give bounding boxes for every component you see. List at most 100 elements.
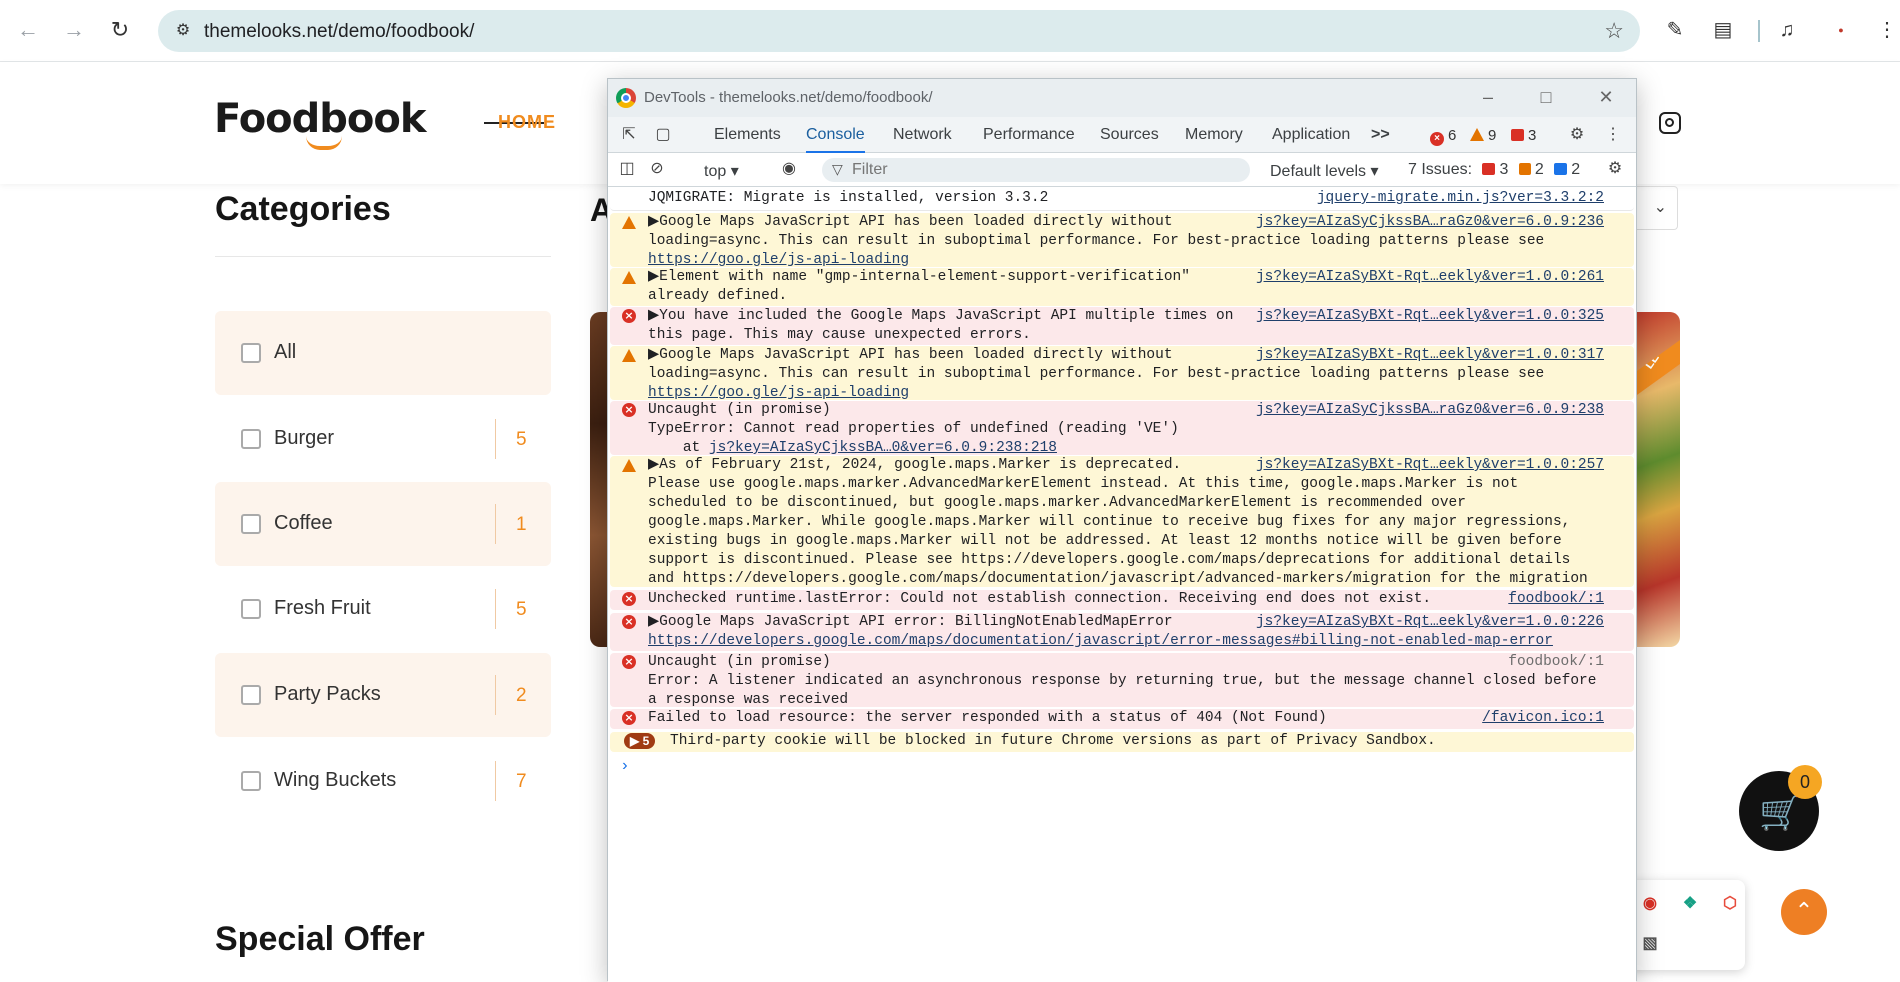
tab-performance[interactable]: Performance (983, 117, 1075, 153)
bookmark-star-icon[interactable]: ☆ (1604, 18, 1624, 44)
message-source-link[interactable]: js?key=AIzaSyCjkssBA…raGz0&ver=6.0.9:236 (1249, 213, 1604, 232)
eyedropper-icon[interactable]: ✎ (1662, 17, 1688, 43)
category-checkbox[interactable] (241, 685, 261, 705)
more-tabs-button[interactable]: >> (1371, 117, 1390, 153)
message-source-link[interactable]: js?key=AIzaSyCjkssBA…raGz0&ver=6.0.9:238 (1249, 401, 1604, 420)
profile-avatar[interactable]: ● (1828, 17, 1854, 43)
category-checkbox[interactable] (241, 343, 261, 363)
message-inline-link[interactable]: https://goo.gle/js-api-loading (648, 252, 909, 268)
message-text: Failed to load resource: the server resp… (648, 710, 1327, 726)
sidebar-toggle-icon[interactable]: ◫ (616, 159, 638, 179)
console-message[interactable]: ▶Google Maps JavaScript API has been loa… (610, 346, 1634, 401)
console-message[interactable]: ▶Google Maps JavaScript API has been loa… (610, 213, 1634, 268)
error-count: 6 (1448, 127, 1457, 144)
media-control-icon[interactable]: ♫ (1774, 17, 1800, 43)
message-inline-link[interactable]: https://developers.google.com/maps/docum… (648, 633, 1553, 649)
message-source-link[interactable]: foodbook/:1 (1502, 590, 1604, 609)
message-source-link[interactable]: /favicon.ico:1 (1476, 709, 1604, 728)
message-text: ▶As of February 21st, 2024, google.maps.… (648, 457, 1588, 606)
category-item-all[interactable]: All (215, 311, 551, 395)
category-item-fresh-fruit[interactable]: Fresh Fruit 5 (215, 567, 551, 651)
message-source-link[interactable]: js?key=AIzaSyBXt-Rqt…eekly&ver=1.0.0:261 (1249, 268, 1604, 287)
context-selector[interactable]: top ▾ (704, 161, 739, 181)
message-source-link[interactable]: jquery-migrate.min.js?ver=3.3.2:2 (1310, 189, 1604, 208)
filter-input[interactable] (852, 160, 1232, 180)
category-label: Wing Buckets (274, 769, 397, 791)
console-message[interactable]: × Failed to load resource: the server re… (610, 709, 1634, 729)
tab-sources[interactable]: Sources (1100, 117, 1159, 153)
category-item-wing-buckets[interactable]: Wing Buckets 7 (215, 739, 551, 823)
issues-summary[interactable]: 7 Issues: 3 2 2 (1408, 161, 1580, 179)
back-icon[interactable]: ← (14, 16, 42, 44)
clipboard-extension-icon[interactable]: ▧ (1640, 934, 1660, 954)
categories-title: Categories (215, 190, 391, 228)
minimize-icon[interactable]: – (1476, 85, 1500, 109)
nav-home-link[interactable]: HOME (498, 112, 556, 133)
tab-application[interactable]: Application (1272, 117, 1350, 153)
category-checkbox[interactable] (241, 514, 261, 534)
console-message[interactable]: × ▶You have included the Google Maps Jav… (610, 307, 1634, 345)
shield-extension-icon[interactable]: ◉ (1640, 894, 1660, 914)
console-message[interactable]: ▶Element with name "gmp-internal-element… (610, 268, 1634, 306)
issues-label: 7 Issues: (1408, 161, 1473, 178)
console-message[interactable]: × Uncaught (in promise) Error: A listene… (610, 653, 1634, 708)
live-expression-eye-icon[interactable]: ◉ (778, 159, 800, 179)
error-icon: × (622, 592, 636, 606)
address-bar[interactable]: ⚙ themelooks.net/demo/foodbook/ ☆ (158, 10, 1640, 52)
category-checkbox[interactable] (241, 599, 261, 619)
console-settings-icon[interactable]: ⚙ (1604, 159, 1626, 179)
device-toolbar-icon[interactable]: ▢ (652, 125, 674, 145)
inspect-element-icon[interactable]: ⇱ (618, 125, 640, 145)
category-item-party-packs[interactable]: Party Packs 2 (215, 653, 551, 737)
issues-info-icon (1554, 163, 1568, 175)
sort-select[interactable]: ⌄ (1630, 186, 1678, 230)
site-info-icon[interactable]: ⚙ (172, 20, 194, 42)
settings-gear-icon[interactable]: ⚙ (1566, 125, 1588, 145)
reload-icon[interactable]: ↻ (106, 16, 134, 44)
tab-memory[interactable]: Memory (1185, 117, 1243, 153)
console-message[interactable]: JQMIGRATE: Migrate is installed, version… (610, 189, 1634, 211)
cookie-issue-group[interactable]: ▶ 5 Third-party cookie will be blocked i… (610, 732, 1634, 752)
console-message[interactable]: × ▶Google Maps JavaScript API error: Bil… (610, 613, 1634, 651)
categories-divider (215, 256, 551, 257)
tab-console[interactable]: Console (806, 117, 865, 153)
message-inline-link[interactable]: https://goo.gle/js-api-loading (648, 385, 909, 401)
error-counter[interactable]: × 6 (1430, 127, 1456, 146)
category-checkbox[interactable] (241, 429, 261, 449)
console-message[interactable]: × Unchecked runtime.lastError: Could not… (610, 590, 1634, 610)
clear-console-icon[interactable]: ⊘ (646, 159, 668, 179)
devtools-tab-bar: ⇱ ▢ Elements Console Network Performance… (608, 117, 1636, 153)
tab-elements[interactable]: Elements (714, 117, 781, 153)
url-text[interactable]: themelooks.net/demo/foodbook/ (204, 21, 474, 43)
message-source-link[interactable]: js?key=AIzaSyBXt-Rqt…eekly&ver=1.0.0:317 (1249, 346, 1604, 365)
forward-icon[interactable]: → (60, 16, 88, 44)
extensions-icon[interactable]: ▤ (1710, 17, 1736, 43)
hexagon-extension-icon[interactable]: ⬡ (1720, 894, 1740, 914)
issue-group-badge[interactable]: ▶ 5 (624, 733, 656, 749)
category-count-box: 7 (495, 761, 551, 801)
issue-counter[interactable]: 3 (1511, 127, 1536, 144)
stack-trace-link[interactable]: js?key=AIzaSyCjkssBA…0&ver=6.0.9:238:218 (709, 440, 1057, 456)
message-source-link[interactable]: js?key=AIzaSyBXt-Rqt…eekly&ver=1.0.0:257 (1249, 456, 1604, 475)
message-text: Uncaught (in promise) Error: A listener … (648, 654, 1597, 708)
console-message[interactable]: ▶As of February 21st, 2024, google.maps.… (610, 456, 1634, 606)
log-levels-dropdown[interactable]: Default levels ▾ (1270, 161, 1379, 181)
category-checkbox[interactable] (241, 771, 261, 791)
warning-counter[interactable]: 9 (1470, 127, 1496, 144)
console-filter[interactable]: ▽ (822, 158, 1250, 182)
category-item-coffee[interactable]: Coffee 1 (215, 482, 551, 566)
message-source-link[interactable]: js?key=AIzaSyBXt-Rqt…eekly&ver=1.0.0:325 (1249, 307, 1604, 326)
close-icon[interactable]: ✕ (1594, 85, 1618, 109)
tab-network[interactable]: Network (893, 117, 952, 153)
console-message[interactable]: × Uncaught (in promise) TypeError: Canno… (610, 401, 1634, 456)
menu-kebab-icon[interactable]: ⋮ (1874, 17, 1900, 43)
scroll-to-top-button[interactable]: ⌃ (1781, 889, 1827, 935)
console-prompt[interactable]: › (620, 757, 630, 776)
instagram-icon[interactable] (1659, 112, 1681, 134)
puzzle-extension-icon[interactable]: ❖ (1680, 894, 1700, 914)
maximize-icon[interactable]: □ (1534, 85, 1558, 109)
category-item-burger[interactable]: Burger 5 (215, 397, 551, 481)
message-source-link[interactable]: js?key=AIzaSyBXt-Rqt…eekly&ver=1.0.0:226 (1249, 613, 1604, 632)
error-icon: × (622, 711, 636, 725)
more-options-icon[interactable]: ⋮ (1602, 125, 1624, 145)
